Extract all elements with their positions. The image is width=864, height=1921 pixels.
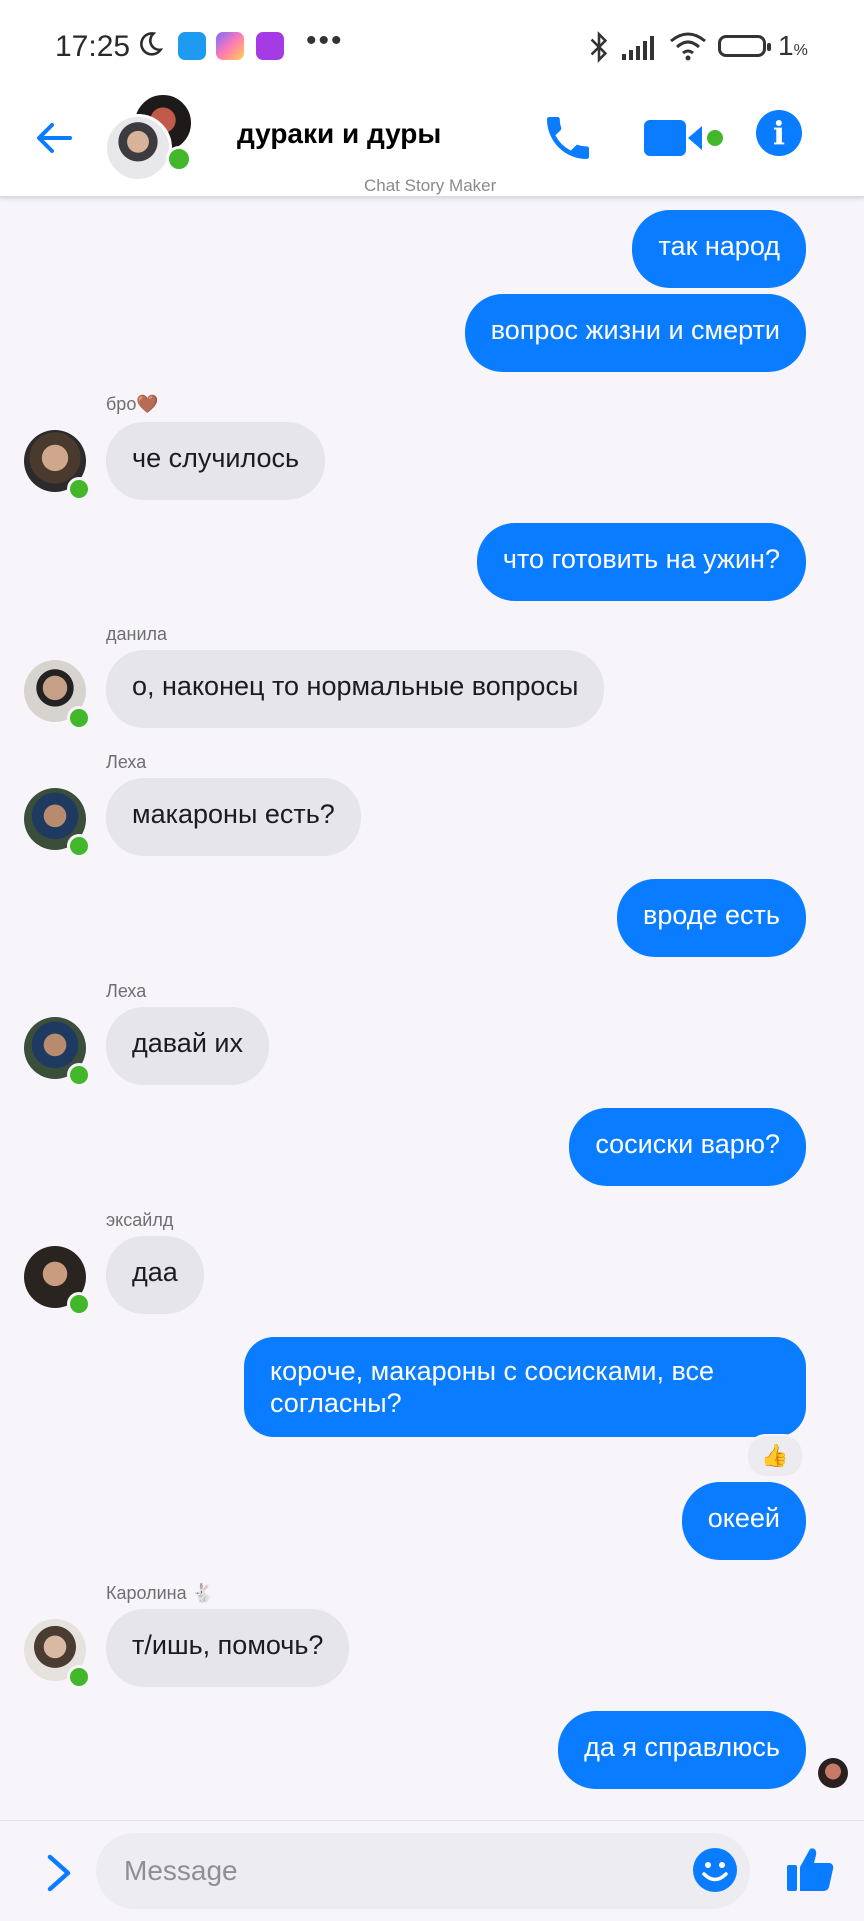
message-bubble-incoming[interactable]: макароны есть? bbox=[106, 778, 361, 856]
group-avatar-primary[interactable] bbox=[104, 114, 172, 182]
status-bar: 17:25 ••• 1% bbox=[0, 0, 864, 92]
message-bubble-incoming[interactable]: че случилось bbox=[106, 422, 326, 500]
watermark-text: Chat Story Maker bbox=[364, 176, 497, 195]
message-bubble-incoming[interactable]: т/ишь, помочь? bbox=[106, 1609, 350, 1687]
sender-name: Каролина 🐇 bbox=[106, 1583, 215, 1603]
thumbs-up-icon[interactable] bbox=[784, 1843, 836, 1895]
message-bubble-incoming[interactable]: даа bbox=[106, 1236, 204, 1314]
message-bubble-outgoing[interactable]: вопрос жизни и смерти bbox=[464, 294, 806, 372]
phone-icon[interactable] bbox=[540, 110, 596, 166]
message-bubble-incoming[interactable]: о, наконец то нормальные вопросы bbox=[106, 650, 605, 728]
reaction-badge[interactable]: 👍 bbox=[746, 1434, 804, 1478]
more-notifications-icon: ••• bbox=[306, 24, 344, 57]
online-indicator bbox=[67, 477, 91, 501]
online-indicator bbox=[67, 1063, 91, 1087]
sender-name: Леха bbox=[106, 752, 147, 772]
wb-app-icon bbox=[256, 32, 284, 60]
message-bubble-outgoing[interactable]: что готовить на ужин? bbox=[476, 523, 806, 601]
back-button[interactable] bbox=[30, 114, 78, 162]
bluetooth-icon bbox=[590, 31, 608, 63]
message-bubble-outgoing[interactable]: океей bbox=[681, 1482, 806, 1560]
message-bubble-outgoing[interactable]: так народ bbox=[632, 210, 806, 288]
sender-name: бро🤎 bbox=[106, 394, 159, 414]
message-bubble-outgoing[interactable]: сосиски варю? bbox=[569, 1108, 806, 1186]
gallery-app-icon bbox=[216, 32, 244, 60]
sender-name: Леха bbox=[106, 981, 147, 1001]
message-bubble-outgoing[interactable]: да я справлюсь bbox=[558, 1711, 806, 1789]
signal-icon bbox=[622, 36, 654, 60]
info-icon[interactable]: i bbox=[756, 110, 802, 156]
chevron-right-icon[interactable] bbox=[40, 1849, 80, 1897]
chat-title[interactable]: дураки и дуры bbox=[237, 118, 441, 150]
status-time: 17:25 bbox=[55, 30, 131, 63]
online-indicator bbox=[67, 834, 91, 858]
message-bubble-incoming[interactable]: давай их bbox=[106, 1007, 269, 1085]
sender-name: эксайлд bbox=[106, 1210, 174, 1230]
online-indicator bbox=[67, 706, 91, 730]
moon-icon bbox=[140, 32, 164, 56]
message-input[interactable] bbox=[96, 1833, 750, 1909]
online-indicator bbox=[166, 146, 192, 172]
sender-name: данила bbox=[106, 624, 168, 644]
online-indicator bbox=[67, 1292, 91, 1316]
wifi-icon bbox=[670, 32, 706, 61]
battery-icon bbox=[718, 35, 771, 57]
messages-app-icon bbox=[178, 32, 206, 60]
message-bubble-outgoing[interactable]: вроде есть bbox=[616, 879, 806, 957]
online-indicator bbox=[67, 1665, 91, 1689]
chat-header: дураки и дуры Chat Story Maker i bbox=[0, 92, 864, 198]
message-bubble-outgoing[interactable]: короче, макароны с сосисками, все соглас… bbox=[244, 1337, 806, 1437]
smiley-icon[interactable] bbox=[692, 1847, 738, 1893]
read-receipt-avatar bbox=[818, 1758, 848, 1788]
composer-bar bbox=[0, 1820, 864, 1921]
video-camera-icon[interactable] bbox=[642, 114, 724, 162]
battery-percent: 1% bbox=[778, 30, 808, 61]
